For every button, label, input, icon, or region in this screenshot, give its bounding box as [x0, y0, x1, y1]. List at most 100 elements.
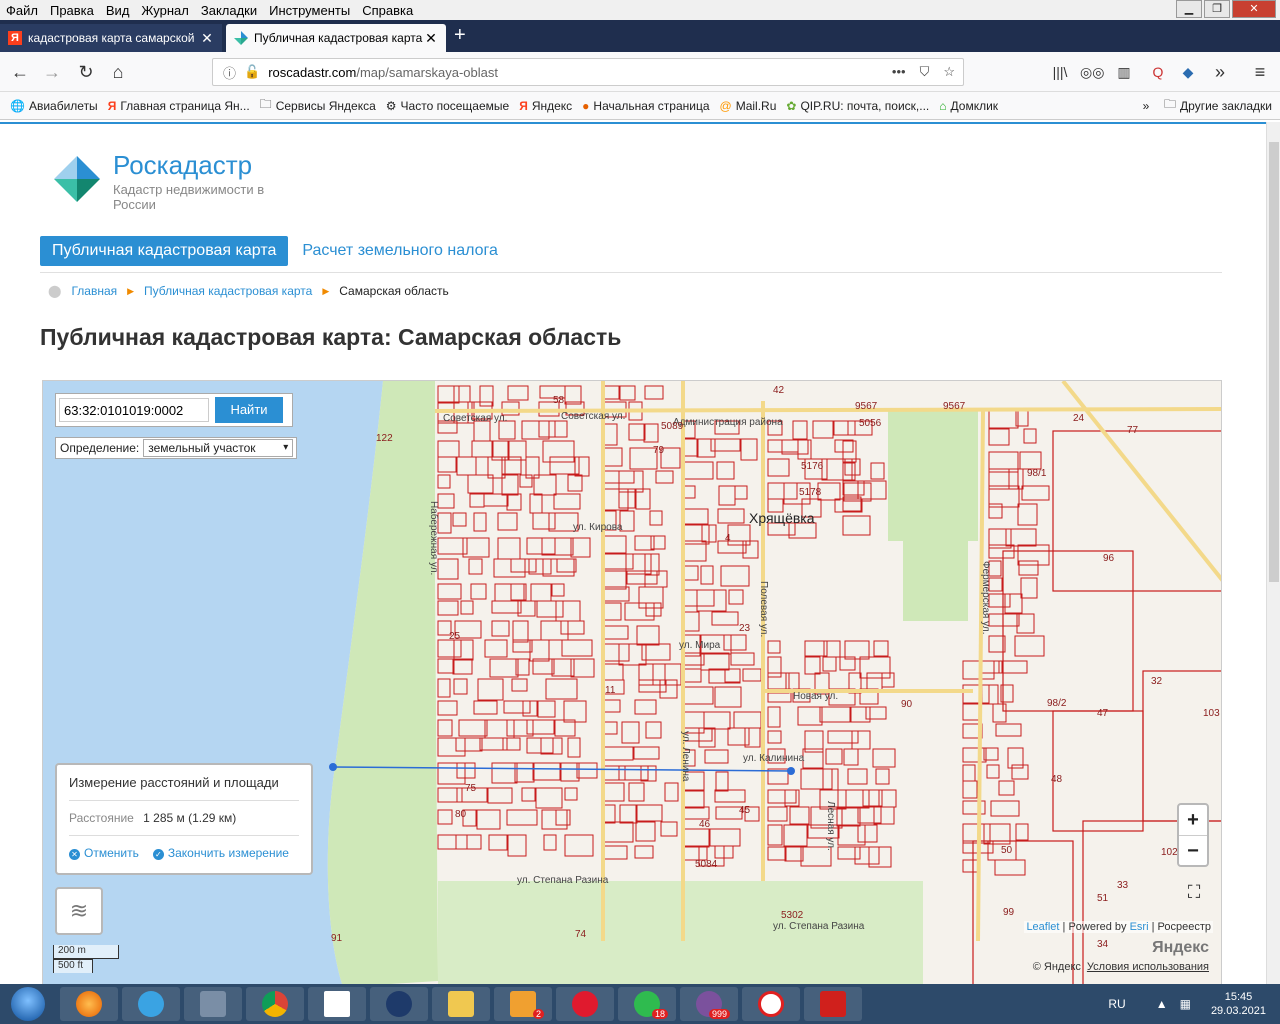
definition-dropdown[interactable]: земельный участок — [143, 439, 294, 457]
taskbar-firefox[interactable] — [60, 987, 118, 1021]
forward-icon[interactable]: → — [40, 60, 64, 84]
parcel-number-label: 25 — [449, 631, 461, 642]
home-icon[interactable]: ⌂ — [106, 60, 130, 84]
new-tab-icon[interactable]: + — [454, 24, 466, 47]
bookmark-item[interactable]: ⌂ Домклик — [939, 99, 998, 113]
taskbar-app2[interactable] — [370, 987, 428, 1021]
taskbar-whatsapp[interactable]: 18 — [618, 987, 676, 1021]
taskbar-app[interactable] — [184, 987, 242, 1021]
sidebar-icon[interactable]: ▥ — [1112, 60, 1136, 84]
private-mask-icon[interactable]: ◎◎ — [1080, 60, 1104, 84]
definition-select: Определение: земельный участок — [55, 437, 297, 459]
bookmark-item[interactable]: @ Mail.Ru — [720, 99, 777, 113]
tab-yandex-search[interactable]: Я кадастровая карта самарской ✕ — [0, 24, 222, 52]
parcel-number-label: 80 — [455, 809, 467, 820]
taskbar-chrome[interactable] — [246, 987, 304, 1021]
qip-extension-icon[interactable]: Q — [1146, 60, 1170, 84]
taskbar-opera[interactable] — [556, 987, 614, 1021]
reload-icon[interactable]: ↻ — [74, 60, 98, 84]
bookmark-item[interactable]: ✿ QIP.RU: почта, поиск,... — [786, 99, 929, 113]
taskbar-explorer[interactable] — [432, 987, 490, 1021]
measure-end-point[interactable] — [787, 767, 795, 775]
zoom-in-button[interactable]: + — [1179, 805, 1207, 835]
minimize-icon[interactable]: ▁ — [1176, 0, 1202, 18]
street-label: Лесная ул. — [825, 801, 836, 851]
menu-help[interactable]: Справка — [356, 3, 419, 18]
page-actions-icon[interactable]: ••• — [892, 64, 906, 80]
layers-button[interactable]: ≋ — [55, 887, 103, 935]
windows-logo-icon — [11, 987, 45, 1021]
back-icon[interactable]: ← — [8, 60, 32, 84]
taskbar-itunes[interactable] — [122, 987, 180, 1021]
fullscreen-icon[interactable]: ⛶ — [1181, 879, 1207, 905]
measure-start-point[interactable] — [329, 763, 337, 771]
tab-cadastral-map[interactable]: Публичная кадастровая карта ✕ — [226, 24, 446, 52]
parcel-number-label: 51 — [1097, 893, 1109, 904]
library-icon[interactable]: |||\ — [1048, 60, 1072, 84]
taskbar-acrobat[interactable] — [804, 987, 862, 1021]
insecure-lock-icon[interactable]: 🔓 — [244, 64, 260, 80]
page-scrollbar[interactable] — [1266, 122, 1280, 984]
map-view[interactable]: Хрящёвка Советская ул. Советская ул. ул. Ки… — [42, 380, 1222, 984]
bookmark-item[interactable]: Я Яндекс — [519, 99, 572, 113]
parcel-number-label: 96 — [1103, 553, 1115, 564]
site-tabs: Публичная кадастровая карта Расчет земел… — [40, 236, 498, 266]
menu-bookmarks[interactable]: Закладки — [195, 3, 263, 18]
overflow-chevron-icon[interactable]: » — [1208, 60, 1232, 84]
menu-edit[interactable]: Правка — [44, 3, 100, 18]
taskbar-viber[interactable]: 999 — [680, 987, 738, 1021]
url-bar[interactable]: ⓘ 🔓 roscadastr.com/map/samarskaya-oblast… — [212, 58, 964, 86]
esri-link[interactable]: Esri — [1130, 921, 1149, 933]
tab-public-map[interactable]: Публичная кадастровая карта — [40, 236, 289, 266]
close-tab-icon[interactable]: ✕ — [200, 30, 214, 47]
find-button[interactable]: Найти — [215, 397, 283, 423]
cancel-measure-button[interactable]: ✕ Отменить — [69, 846, 139, 860]
place-label: Хрящёвка — [749, 510, 815, 526]
terms-link[interactable]: Условия использования — [1087, 961, 1209, 973]
tab-land-tax[interactable]: Расчет земельного налога — [302, 236, 498, 266]
zoom-out-button[interactable]: − — [1179, 835, 1207, 865]
parcel-number-label: 11 — [605, 685, 616, 696]
restore-icon[interactable]: ❐ — [1204, 0, 1230, 18]
zoom-control: + − — [1177, 803, 1209, 867]
close-window-icon[interactable]: ✕ — [1232, 0, 1276, 18]
clock[interactable]: 15:45 29.03.2021 — [1211, 990, 1266, 1018]
extension-icon[interactable]: ◆ — [1176, 60, 1200, 84]
info-icon[interactable]: ⓘ — [223, 63, 236, 82]
breadcrumb-map[interactable]: Публичная кадастровая карта — [144, 284, 312, 298]
bookmark-item[interactable]: ● Начальная страница — [582, 99, 709, 113]
bookmark-other[interactable]: » 🗀 Другие закладки — [1143, 95, 1272, 116]
menu-tools[interactable]: Инструменты — [263, 3, 356, 18]
measure-panel: Измерение расстояний и площади Расстояни… — [55, 763, 313, 875]
bookmark-item[interactable]: ⚙ Часто посещаемые — [386, 99, 509, 113]
taskbar-yandex[interactable] — [742, 987, 800, 1021]
menu-file[interactable]: Файл — [0, 3, 44, 18]
finish-measure-button[interactable]: ✓ Закончить измерение — [152, 846, 289, 860]
bookmark-item[interactable]: Я Главная страница Ян... — [108, 99, 250, 113]
language-indicator[interactable]: RU — [1108, 997, 1125, 1011]
bookmark-item[interactable]: 🗀 Сервисы Яндекса — [260, 95, 376, 116]
map-canvas[interactable]: Хрящёвка Советская ул. Советская ул. ул. Ки… — [43, 381, 1222, 984]
scale-metric: 200 m — [53, 945, 119, 959]
parcel-number-label: 5178 — [799, 487, 822, 498]
url-host: roscadastr.com — [268, 64, 357, 80]
close-tab-icon[interactable]: ✕ — [424, 30, 438, 47]
taskbar-document[interactable] — [308, 987, 366, 1021]
opera-icon — [572, 991, 598, 1017]
network-icon[interactable]: ▦ — [1180, 997, 1191, 1011]
taskbar-app3[interactable]: 2 — [494, 987, 552, 1021]
hamburger-menu-icon[interactable]: ≡ — [1248, 60, 1272, 84]
start-button[interactable] — [2, 984, 54, 1024]
breadcrumb-home[interactable]: Главная — [71, 284, 117, 298]
menu-view[interactable]: Вид — [100, 3, 136, 18]
cadastral-number-input[interactable] — [59, 398, 209, 422]
scrollbar-thumb[interactable] — [1269, 142, 1279, 582]
bookmark-star-icon[interactable]: ☆ — [943, 64, 955, 80]
tray-up-icon[interactable]: ▲ — [1156, 997, 1168, 1011]
parcel-number-label: 32 — [1151, 676, 1163, 687]
menu-history[interactable]: Журнал — [135, 3, 194, 18]
tab-title: Публичная кадастровая карта — [254, 31, 423, 45]
leaflet-link[interactable]: Leaflet — [1026, 921, 1059, 933]
bookmark-item[interactable]: 🌐 Авиабилеты — [10, 99, 98, 113]
pocket-icon[interactable]: ⛉ — [920, 64, 930, 80]
